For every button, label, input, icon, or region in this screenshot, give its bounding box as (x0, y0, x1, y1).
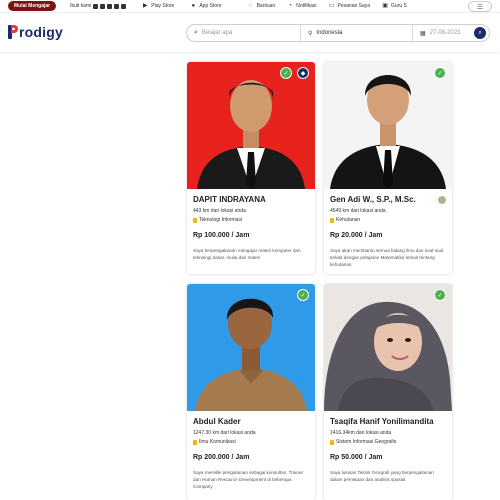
cart-icon: ▭ (328, 3, 335, 9)
play-store-icon: ▶ (142, 3, 148, 9)
tutor-price: Rp 100.000 / Jam (193, 232, 250, 239)
tutor-photo: ✓ ◆ (187, 62, 315, 189)
tutor-card[interactable]: ✓ ◆ DAPIT INDRAYANA 443 km dari lokasi a… (187, 62, 315, 274)
tutor-distance: 4549 km dari lokasi anda (330, 208, 386, 214)
favorite-badge-icon[interactable]: ✓ (297, 289, 309, 301)
search-submit-icon: ⌕ (478, 29, 482, 36)
subject-icon (193, 217, 197, 223)
bell-icon: ◔ (288, 3, 293, 9)
tutor-portrait-image (197, 80, 305, 189)
guru-link[interactable]: ▣ Guru S (382, 3, 407, 9)
tutor-card[interactable]: ✓ Gen Adi W., S.P., M.Sc. 4549 km dari l… (324, 62, 452, 274)
bantuan-link[interactable]: ◌ Bantuan (248, 3, 276, 9)
tutor-name: DAPIT INDRAYANA (193, 195, 266, 204)
tutor-card[interactable]: ✓ Tsaqifa Hanif Yonilimandita 1416.34km … (324, 284, 452, 500)
notifikasi-link[interactable]: ◔ Notifikasi (287, 3, 316, 9)
help-icon: ◌ (248, 3, 253, 9)
tutor-subject: Teknologi Informasi (193, 217, 309, 223)
favorite-badge-icon[interactable]: ✓ (280, 67, 292, 79)
location-value: Indonesia (316, 30, 343, 36)
tutor-photo: ✓ (187, 284, 315, 411)
tutor-description: Saya memiliki pengalaman sebagai konsult… (193, 470, 304, 489)
twitter-icon[interactable] (114, 3, 120, 9)
tutor-name: Tsaqifa Hanif Yonilimandita (330, 417, 434, 426)
tutor-photo: ✓ (324, 284, 452, 411)
tutor-distance: 1247.30 km dari lokasi anda (193, 430, 256, 436)
tutor-portrait-image (324, 301, 452, 411)
tutor-subject: Ilmu Komunikasi (193, 439, 309, 445)
favorite-badge-icon[interactable]: ✓ (434, 67, 446, 79)
subject-icon (193, 439, 197, 445)
prodigy-logo[interactable]: rodigy (8, 24, 63, 40)
tutor-price: Rp 50.000 / Jam (330, 454, 383, 461)
tutor-portrait-image (330, 75, 446, 189)
tutor-name: Abdul Kader (193, 417, 241, 426)
menu-button[interactable]: ☰ (468, 1, 492, 12)
tutor-photo: ✓ (324, 62, 452, 189)
search-bar: ⌕ Belajar apa ⚲ Indonesia ▦ 27-08-2023 ⌕ (186, 24, 490, 42)
tutor-price: Rp 20.000 / Jam (330, 232, 383, 239)
play-store-label: Play Store (151, 3, 175, 9)
calendar-icon: ▦ (420, 30, 426, 37)
favorite-badge-icon[interactable]: ✓ (434, 289, 446, 301)
bantuan-label: Bantuan (256, 3, 276, 9)
tutor-portrait-image (195, 298, 307, 411)
tutor-description: Saya lulusan Teknik Geografi yang berpen… (330, 470, 434, 482)
location-pin-icon: ⚲ (308, 30, 313, 37)
facebook-icon[interactable] (100, 3, 106, 9)
teacher-icon: ▣ (382, 3, 388, 9)
top-bar: Mulai Mengajar Ikuti kami ▶ Play Store ●… (0, 0, 500, 13)
tutor-distance: 443 km dari lokasi anda (193, 208, 246, 214)
app-store-link[interactable]: ● App Store (190, 3, 222, 9)
tutor-distance: 1416.34km dari lokasi anda (330, 430, 392, 436)
youtube-icon[interactable] (107, 3, 113, 9)
date-value: 27-08-2023 (429, 30, 461, 36)
hamburger-icon: ☰ (476, 3, 484, 11)
app-store-label: App Store (199, 3, 222, 9)
pesanan-saya-link[interactable]: ▭ Pesanan Saya (328, 3, 371, 9)
verified-badge-icon[interactable]: ◆ (297, 67, 309, 79)
search-submit-button[interactable]: ⌕ (474, 27, 486, 39)
subject-search-field[interactable]: ⌕ Belajar apa (187, 25, 300, 41)
tutor-description: Saya berpengalaman mengajar materi kompu… (193, 248, 301, 260)
subject-icon (330, 439, 334, 445)
search-icon: ⌕ (194, 29, 198, 36)
tutor-card[interactable]: ✓ Abdul Kader 1247.30 km dari lokasi and… (187, 284, 315, 500)
location-field[interactable]: ⚲ Indonesia (300, 25, 412, 41)
pesanan-saya-label: Pesanan Saya (337, 3, 371, 9)
subject-icon (330, 217, 334, 223)
date-field[interactable]: ▦ 27-08-2023 (412, 25, 472, 41)
mulai-mengajar-button[interactable]: Mulai Mengajar (8, 1, 57, 11)
logo-text: rodigy (19, 24, 63, 40)
search-placeholder: Belajar apa (201, 30, 233, 36)
instagram-icon[interactable] (93, 3, 99, 9)
social-links: Ikuti kami (70, 3, 127, 9)
play-store-link[interactable]: ▶ Play Store (142, 3, 174, 9)
tutor-description: Saya akan membantu semua bidang ilmu dan… (330, 248, 444, 267)
tutor-subject: Sistem Informasi Geografis (330, 439, 446, 445)
linkedin-icon[interactable] (121, 3, 127, 9)
ikuti-kami-label: Ikuti kami (70, 3, 92, 9)
logo-mark-icon (8, 25, 18, 39)
tutor-price: Rp 200.000 / Jam (193, 454, 250, 461)
tutor-subject: Kehutanan (330, 217, 446, 223)
verified-icon (438, 195, 446, 204)
apple-icon: ● (191, 3, 196, 9)
tutor-name: Gen Adi W., S.P., M.Sc. (330, 195, 446, 204)
notifikasi-label: Notifikasi (296, 3, 317, 9)
guru-label: Guru S (391, 3, 407, 9)
